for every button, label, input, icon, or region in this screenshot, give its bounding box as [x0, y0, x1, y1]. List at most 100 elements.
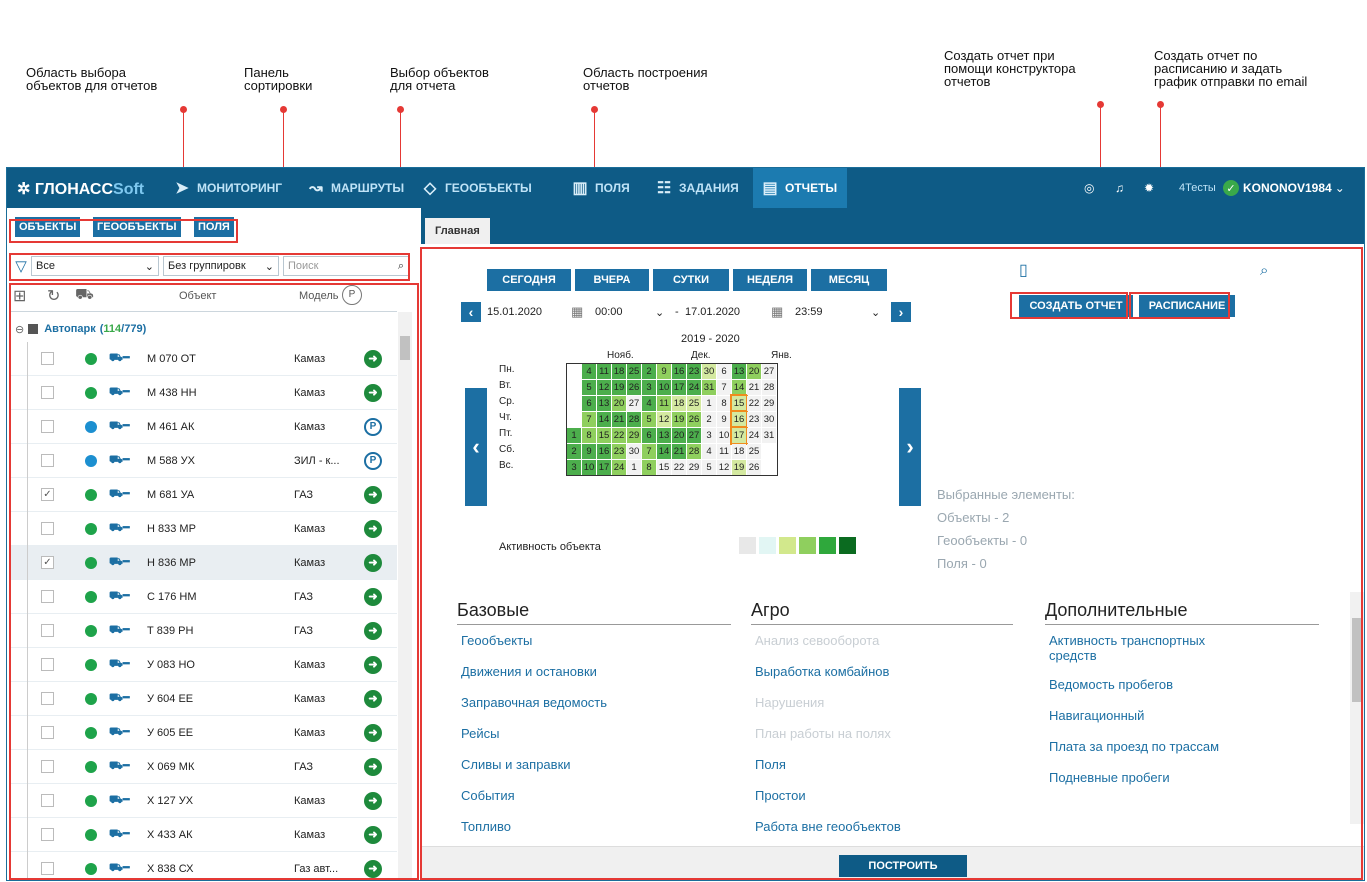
- period-week[interactable]: НЕДЕЛЯ: [733, 269, 807, 291]
- calendar-day[interactable]: 12: [717, 460, 731, 475]
- calendar-day[interactable]: 5: [642, 412, 656, 427]
- calendar-day[interactable]: 7: [642, 444, 656, 459]
- parking-column-icon[interactable]: P: [342, 285, 362, 305]
- report-link[interactable]: Работа вне геообъектов: [755, 819, 901, 834]
- row-checkbox[interactable]: [41, 352, 54, 365]
- calendar-day[interactable]: 11: [657, 396, 671, 411]
- bookmark-icon[interactable]: ▯: [1019, 260, 1028, 280]
- row-checkbox[interactable]: [41, 794, 54, 807]
- collapse-icon[interactable]: ⊖: [15, 323, 24, 336]
- report-link[interactable]: Активность транспортных средств: [1049, 633, 1205, 663]
- report-link[interactable]: Ведомость пробегов: [1049, 677, 1173, 692]
- tab-main[interactable]: Главная: [425, 218, 490, 244]
- filter-icon[interactable]: ▽: [11, 256, 31, 276]
- calendar-day[interactable]: 23: [687, 364, 701, 379]
- calendar-prev-button[interactable]: ‹: [465, 388, 487, 506]
- row-checkbox[interactable]: ✓: [41, 556, 54, 569]
- tab-fields[interactable]: ПОЛЯ: [194, 217, 234, 237]
- calendar-day[interactable]: 1: [702, 396, 716, 411]
- catalog-scrollbar[interactable]: [1350, 592, 1364, 824]
- calendar-day[interactable]: 30: [627, 444, 641, 459]
- table-row[interactable]: ⛟━ Н 833 МР Камаз ➜: [11, 512, 397, 546]
- column-model[interactable]: Модель: [299, 290, 338, 302]
- calendar-day[interactable]: 17: [672, 380, 686, 395]
- row-checkbox[interactable]: [41, 726, 54, 739]
- row-checkbox[interactable]: [41, 420, 54, 433]
- row-checkbox[interactable]: [41, 658, 54, 671]
- calendar-day[interactable]: 5: [582, 380, 596, 395]
- calendar-icon[interactable]: ▦: [571, 304, 583, 320]
- period-today[interactable]: СЕГОДНЯ: [487, 269, 571, 291]
- calendar-day[interactable]: 17: [730, 426, 748, 445]
- nav-routes[interactable]: ↝ МАРШРУТЫ: [307, 168, 404, 208]
- schedule-button[interactable]: РАСПИСАНИЕ: [1139, 295, 1235, 317]
- calendar-day[interactable]: 18: [612, 364, 626, 379]
- calendar-icon[interactable]: ▦: [771, 304, 783, 320]
- table-row[interactable]: ⛟━ М 461 АК Камаз P: [11, 410, 397, 444]
- table-row[interactable]: ⛟━ Х 069 МК ГАЗ ➜: [11, 750, 397, 784]
- calendar-day[interactable]: 31: [702, 380, 716, 395]
- calendar-day[interactable]: 3: [642, 380, 656, 395]
- bell-icon[interactable]: ♫: [1115, 168, 1124, 208]
- calendar-day[interactable]: 13: [657, 428, 671, 443]
- nav-tasks[interactable]: ☷ ЗАДАНИЯ: [655, 168, 739, 208]
- report-link[interactable]: События: [461, 788, 515, 803]
- table-row[interactable]: ⛟━ У 604 ЕЕ Камаз ➜: [11, 682, 397, 716]
- table-row[interactable]: ⛟━ Т 839 РН ГАЗ ➜: [11, 614, 397, 648]
- calendar-day[interactable]: 27: [687, 428, 701, 443]
- calendar-day[interactable]: 8: [582, 428, 596, 443]
- chevron-down-icon[interactable]: ⌄: [871, 306, 880, 319]
- period-day[interactable]: СУТКИ: [653, 269, 729, 291]
- row-checkbox[interactable]: [41, 760, 54, 773]
- calendar-day[interactable]: 16: [672, 364, 686, 379]
- report-link[interactable]: Плата за проезд по трассам: [1049, 739, 1219, 754]
- column-object[interactable]: Объект: [179, 290, 216, 302]
- table-row[interactable]: ⛟━ Х 838 СХ Газ авт... ➜: [11, 852, 397, 880]
- report-link[interactable]: Навигационный: [1049, 708, 1144, 723]
- calendar-day[interactable]: 8: [717, 396, 731, 411]
- calendar-day[interactable]: 14: [732, 380, 746, 395]
- list-scrollbar[interactable]: [398, 312, 412, 880]
- calendar-day[interactable]: 9: [582, 444, 596, 459]
- calendar-day[interactable]: 26: [687, 412, 701, 427]
- calendar-day[interactable]: 29: [687, 460, 701, 475]
- nav-fields[interactable]: ▥ ПОЛЯ: [571, 168, 629, 208]
- calendar-day[interactable]: 19: [612, 380, 626, 395]
- tab-geoobjects[interactable]: ГЕООБЪЕКТЫ: [93, 217, 181, 237]
- group-checkbox[interactable]: [28, 324, 39, 334]
- calendar-day[interactable]: 16: [730, 410, 748, 429]
- tab-objects[interactable]: ОБЪЕКТЫ: [15, 217, 81, 237]
- calendar-day[interactable]: 6: [582, 396, 596, 411]
- calendar-day[interactable]: 18: [732, 444, 746, 459]
- calendar-day[interactable]: 3: [567, 460, 581, 475]
- calendar-day[interactable]: 10: [582, 460, 596, 475]
- calendar-day[interactable]: 27: [762, 364, 776, 379]
- calendar-day[interactable]: 23: [747, 412, 761, 427]
- calendar-day[interactable]: 17: [597, 460, 611, 475]
- calendar-day[interactable]: 29: [627, 428, 641, 443]
- table-row[interactable]: ⛟━ У 083 НО Камаз ➜: [11, 648, 397, 682]
- calendar-day[interactable]: 15: [657, 460, 671, 475]
- calendar-day[interactable]: 25: [747, 444, 761, 459]
- calendar-day[interactable]: 22: [612, 428, 626, 443]
- report-link[interactable]: Заправочная ведомость: [461, 695, 607, 710]
- report-link[interactable]: Выработка комбайнов: [755, 664, 889, 679]
- calendar-day[interactable]: 2: [702, 412, 716, 427]
- table-row[interactable]: ⛟━ С 176 НМ ГАЗ ➜: [11, 580, 397, 614]
- calendar-day[interactable]: 26: [747, 460, 761, 475]
- calendar-day[interactable]: 30: [762, 412, 776, 427]
- calendar-day[interactable]: 2: [567, 444, 581, 459]
- calendar-day[interactable]: 21: [672, 444, 686, 459]
- nav-monitoring[interactable]: ➤ МОНИТОРИНГ: [173, 168, 282, 208]
- calendar-day[interactable]: 4: [642, 396, 656, 411]
- build-button[interactable]: ПОСТРОИТЬ: [839, 855, 967, 877]
- calendar-day[interactable]: 21: [747, 380, 761, 395]
- scroll-thumb[interactable]: [400, 336, 410, 360]
- chevron-down-icon[interactable]: ⌄: [655, 306, 664, 319]
- calendar-day[interactable]: 19: [732, 460, 746, 475]
- calendar-day[interactable]: 10: [717, 428, 731, 443]
- calendar-day[interactable]: 22: [672, 460, 686, 475]
- prev-date-button[interactable]: ‹: [461, 302, 481, 322]
- row-checkbox[interactable]: [41, 862, 54, 875]
- calendar-day[interactable]: 30: [702, 364, 716, 379]
